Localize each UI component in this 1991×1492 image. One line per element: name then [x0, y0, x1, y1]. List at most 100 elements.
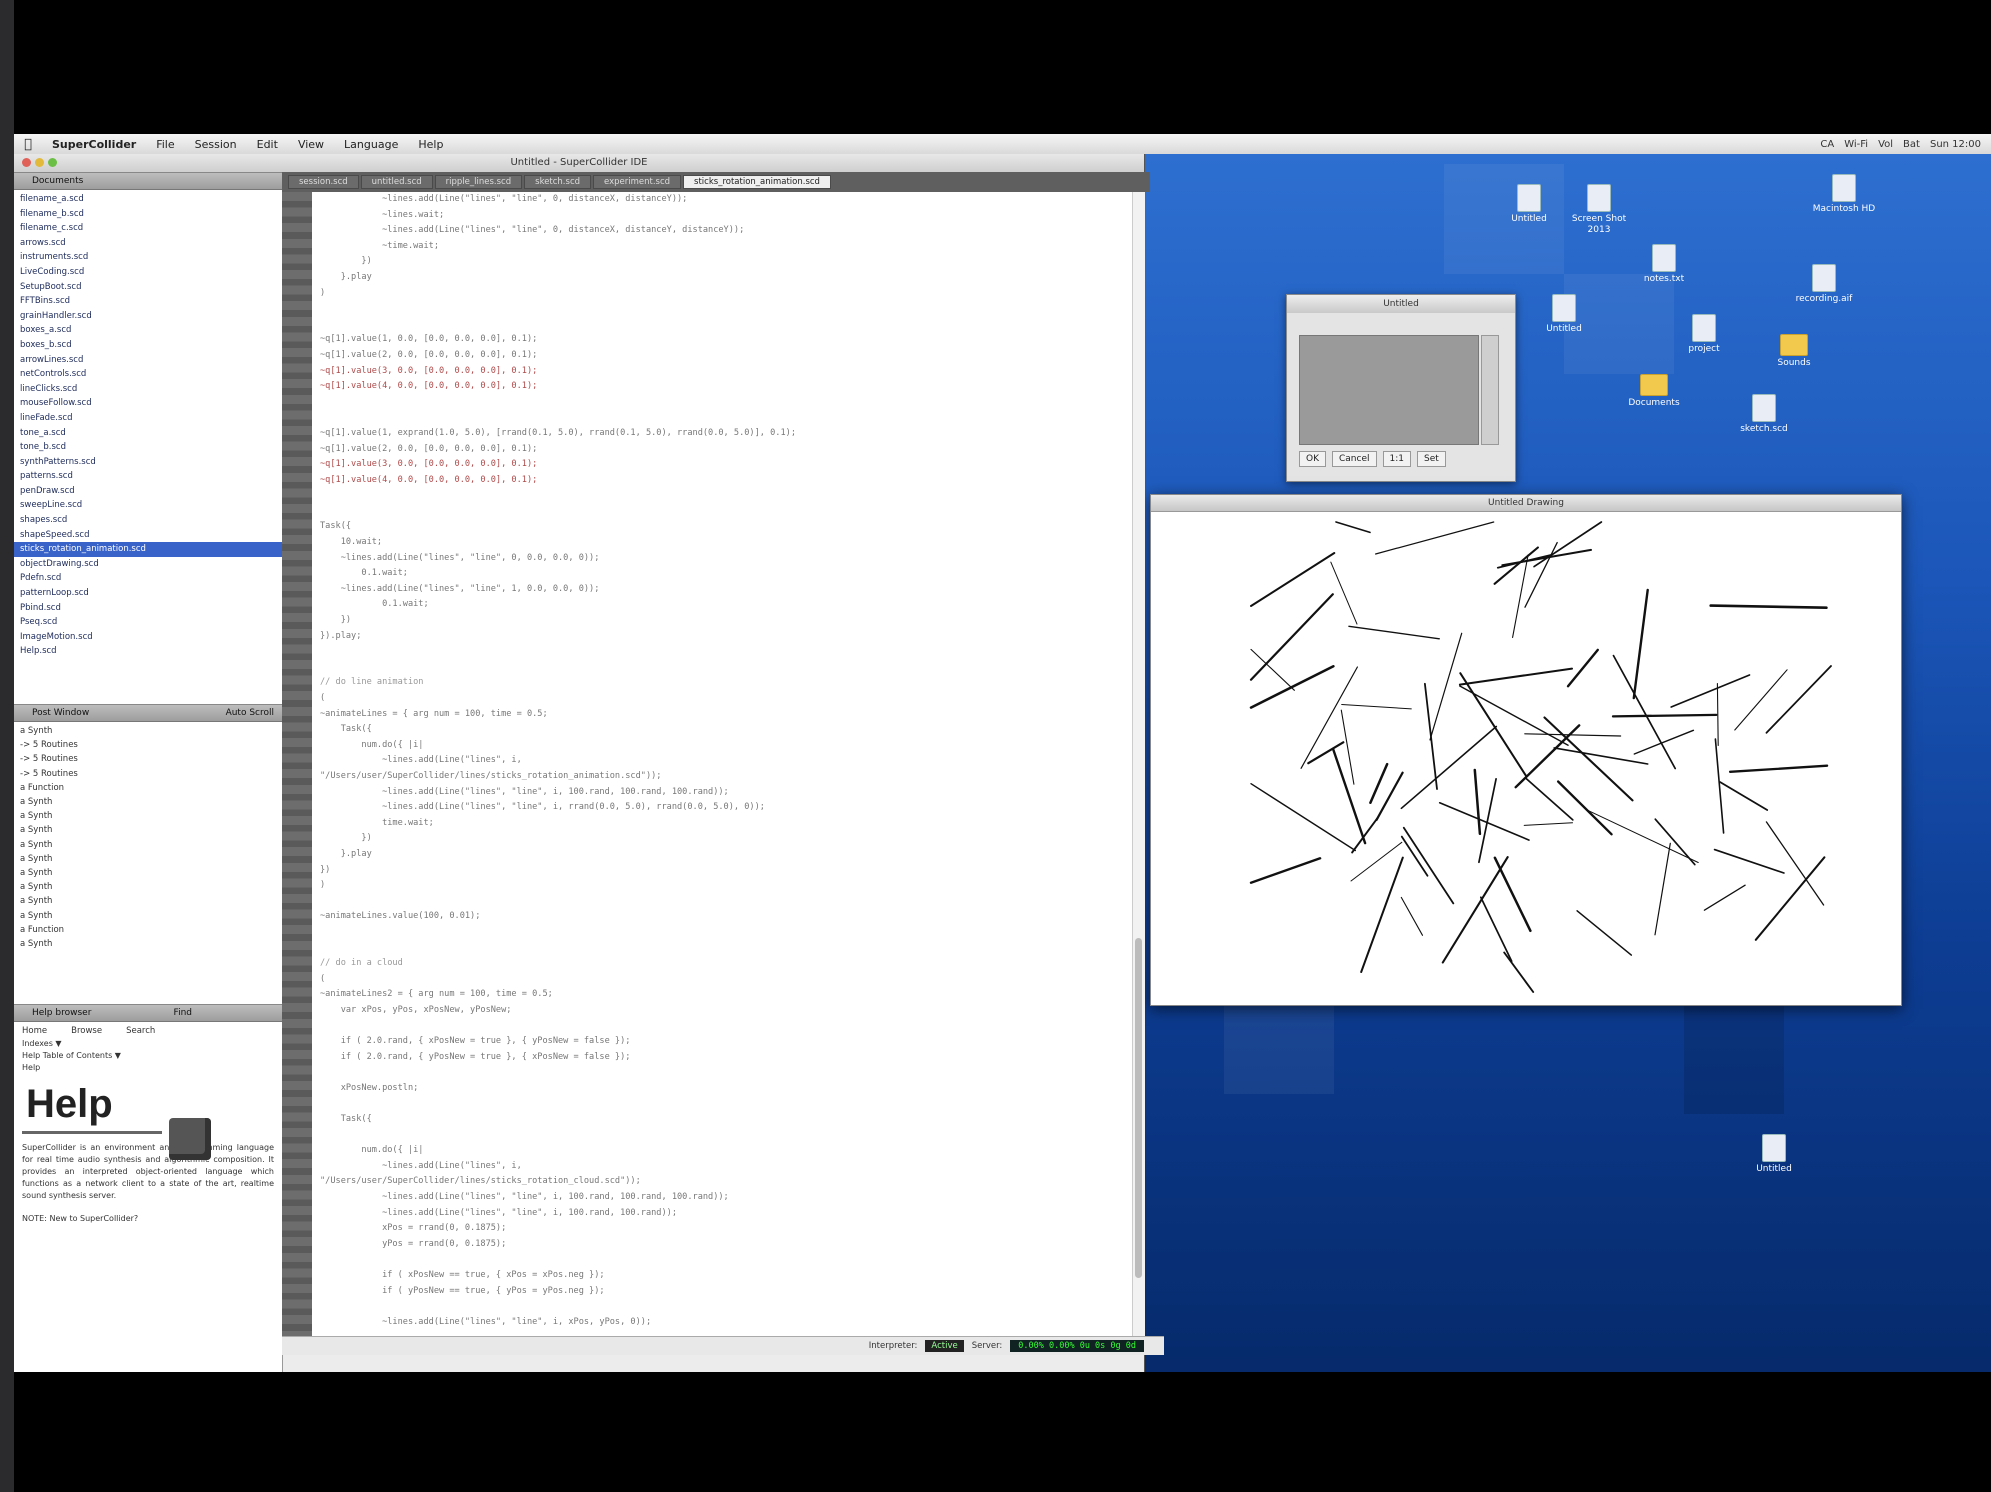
editor-tab[interactable]: untitled.scd — [360, 175, 433, 189]
code-line[interactable]: }) — [312, 831, 1132, 847]
code-line[interactable]: ~lines.add(Line("lines", "line", 0, dist… — [312, 223, 1132, 239]
zoom-icon[interactable] — [48, 158, 57, 167]
help-tab-browse[interactable]: Browse — [71, 1026, 102, 1036]
help-tab-search[interactable]: Search — [126, 1026, 155, 1036]
code-line[interactable]: xPos = rrand(0, 0.1875); — [312, 1221, 1132, 1237]
code-line[interactable]: }.play — [312, 270, 1132, 286]
code-line[interactable]: ~lines.add(Line("lines", "line", 0, dist… — [312, 192, 1132, 208]
post-window-header[interactable]: Post Window Auto Scroll — [14, 704, 282, 722]
code-line[interactable]: ~lines.add(Line("lines", "line", i, xPos… — [312, 1315, 1132, 1331]
mini-ok-button[interactable]: OK — [1299, 451, 1326, 467]
code-line[interactable]: ~animateLines.value(100, 0.01); — [312, 909, 1132, 925]
code-line[interactable]: num.do({ |i| — [312, 738, 1132, 754]
scrollbar-thumb[interactable] — [1135, 938, 1142, 1278]
code-line[interactable]: }) — [312, 613, 1132, 629]
editor-tab[interactable]: session.scd — [288, 175, 359, 189]
help-browser-header[interactable]: Help browser Find — [14, 1004, 282, 1022]
help-note-link[interactable]: NOTE: New to SuperCollider? — [22, 1214, 274, 1223]
document-item[interactable]: patterns.scd — [20, 469, 276, 484]
mini-window-view[interactable] — [1299, 335, 1479, 445]
document-item[interactable]: filename_a.scd — [20, 192, 276, 207]
desktop-icon[interactable]: recording.aif — [1784, 264, 1864, 305]
documents-panel-header[interactable]: Documents — [14, 172, 282, 190]
code-line[interactable]: // do line animation — [312, 675, 1132, 691]
apple-menu-icon[interactable]:  — [14, 137, 42, 152]
code-line[interactable]: Task({ — [312, 519, 1132, 535]
document-item[interactable]: Pdefn.scd — [20, 571, 276, 586]
help-indexes-menu[interactable]: Indexes ▼ — [22, 1038, 274, 1050]
document-item[interactable]: lineClicks.scd — [20, 382, 276, 397]
document-item[interactable]: synthPatterns.scd — [20, 455, 276, 470]
code-line[interactable]: ~q[1].value(1, exprand(1.0, 5.0), [rrand… — [312, 426, 1132, 442]
help-toc-menu[interactable]: Help Table of Contents ▼ — [22, 1050, 274, 1062]
code-line[interactable]: 10.wait; — [312, 535, 1132, 551]
document-item[interactable]: Pseq.scd — [20, 615, 276, 630]
code-line[interactable]: ~q[1].value(3, 0.0, [0.0, 0.0, 0.0], 0.1… — [312, 364, 1132, 380]
drawing-window-title[interactable]: Untitled Drawing — [1151, 495, 1901, 512]
code-editor[interactable]: ~lines.add(Line("lines", "line", 0, dist… — [312, 192, 1132, 1336]
code-line[interactable]: ~q[1].value(4, 0.0, [0.0, 0.0, 0.0], 0.1… — [312, 473, 1132, 489]
document-item[interactable]: grainHandler.scd — [20, 309, 276, 324]
code-line[interactable] — [312, 1252, 1132, 1268]
code-line[interactable]: ) — [312, 878, 1132, 894]
document-item[interactable]: FFTBins.scd — [20, 294, 276, 309]
document-item[interactable]: Pbind.scd — [20, 601, 276, 616]
battery-icon[interactable]: Bat — [1903, 139, 1920, 150]
desktop-icon[interactable]: Sounds — [1754, 334, 1834, 369]
desktop-icon[interactable]: Untitled — [1734, 1134, 1814, 1175]
document-item[interactable]: netControls.scd — [20, 367, 276, 382]
code-line[interactable]: ~lines.add(Line("lines", "line", 0, 0.0,… — [312, 551, 1132, 567]
server-meters[interactable]: 0.00% 0.00% 0u 0s 0g 0d — [1010, 1340, 1144, 1352]
mini-window-scrollbar[interactable] — [1481, 335, 1499, 445]
desktop-icon[interactable]: notes.txt — [1624, 244, 1704, 285]
code-line[interactable]: ~q[1].value(1, 0.0, [0.0, 0.0, 0.0], 0.1… — [312, 332, 1132, 348]
document-item[interactable]: SetupBoot.scd — [20, 280, 276, 295]
desktop-icon[interactable]: project — [1664, 314, 1744, 355]
code-line[interactable]: ~animateLines = { arg num = 100, time = … — [312, 707, 1132, 723]
code-line[interactable]: if ( 2.0.rand, { xPosNew = true }, { yPo… — [312, 1034, 1132, 1050]
volume-icon[interactable]: Vol — [1878, 139, 1893, 150]
code-line[interactable]: }) — [312, 254, 1132, 270]
close-icon[interactable] — [22, 158, 31, 167]
minimize-icon[interactable] — [35, 158, 44, 167]
code-line[interactable]: ~lines.add(Line("lines", i, — [312, 753, 1132, 769]
document-item[interactable]: shapes.scd — [20, 513, 276, 528]
code-line[interactable]: ( — [312, 972, 1132, 988]
code-line[interactable]: Task({ — [312, 1112, 1132, 1128]
code-line[interactable]: ~lines.add(Line("lines", "line", i, 100.… — [312, 785, 1132, 801]
code-line[interactable] — [312, 1128, 1132, 1144]
code-line[interactable]: ~q[1].value(2, 0.0, [0.0, 0.0, 0.0], 0.1… — [312, 442, 1132, 458]
code-line[interactable]: ~time.wait; — [312, 239, 1132, 255]
editor-tab[interactable]: experiment.scd — [593, 175, 682, 189]
code-line[interactable]: ~q[1].value(3, 0.0, [0.0, 0.0, 0.0], 0.1… — [312, 457, 1132, 473]
document-item[interactable]: penDraw.scd — [20, 484, 276, 499]
code-line[interactable]: "/Users/user/SuperCollider/lines/sticks_… — [312, 1174, 1132, 1190]
document-item[interactable]: tone_b.scd — [20, 440, 276, 455]
code-line[interactable]: }).play; — [312, 629, 1132, 645]
code-line[interactable]: if ( yPosNew == true, { yPos = yPos.neg … — [312, 1284, 1132, 1300]
mini-cancel-button[interactable]: Cancel — [1332, 451, 1377, 467]
editor-tab[interactable]: ripple_lines.scd — [434, 175, 523, 189]
desktop-icon[interactable]: Untitled — [1489, 184, 1569, 225]
code-line[interactable]: }.play — [312, 847, 1132, 863]
status-item[interactable]: CA — [1820, 139, 1834, 150]
editor-tab-active[interactable]: sticks_rotation_animation.scd — [683, 175, 831, 189]
code-line[interactable] — [312, 941, 1132, 957]
help-tab-home[interactable]: Home — [22, 1026, 47, 1036]
code-line[interactable]: ( — [312, 691, 1132, 707]
code-line[interactable]: ) — [312, 286, 1132, 302]
document-item[interactable]: mouseFollow.scd — [20, 396, 276, 411]
code-line[interactable]: if ( 2.0.rand, { yPosNew = true }, { xPo… — [312, 1050, 1132, 1066]
document-item[interactable]: instruments.scd — [20, 250, 276, 265]
code-line[interactable]: ~lines.add(Line("lines", "line", i, 100.… — [312, 1206, 1132, 1222]
code-line[interactable]: Task({ — [312, 722, 1132, 738]
document-item[interactable]: ImageMotion.scd — [20, 630, 276, 645]
code-line[interactable]: ~lines.add(Line("lines", "line", i, 100.… — [312, 1190, 1132, 1206]
code-line[interactable] — [312, 410, 1132, 426]
code-line[interactable]: yPos = rrand(0, 0.1875); — [312, 1237, 1132, 1253]
code-line[interactable]: }) — [312, 863, 1132, 879]
document-item[interactable]: shapeSpeed.scd — [20, 528, 276, 543]
document-item[interactable]: boxes_b.scd — [20, 338, 276, 353]
ide-title-bar[interactable]: Untitled - SuperCollider IDE — [14, 154, 1144, 173]
code-line[interactable] — [312, 1018, 1132, 1034]
